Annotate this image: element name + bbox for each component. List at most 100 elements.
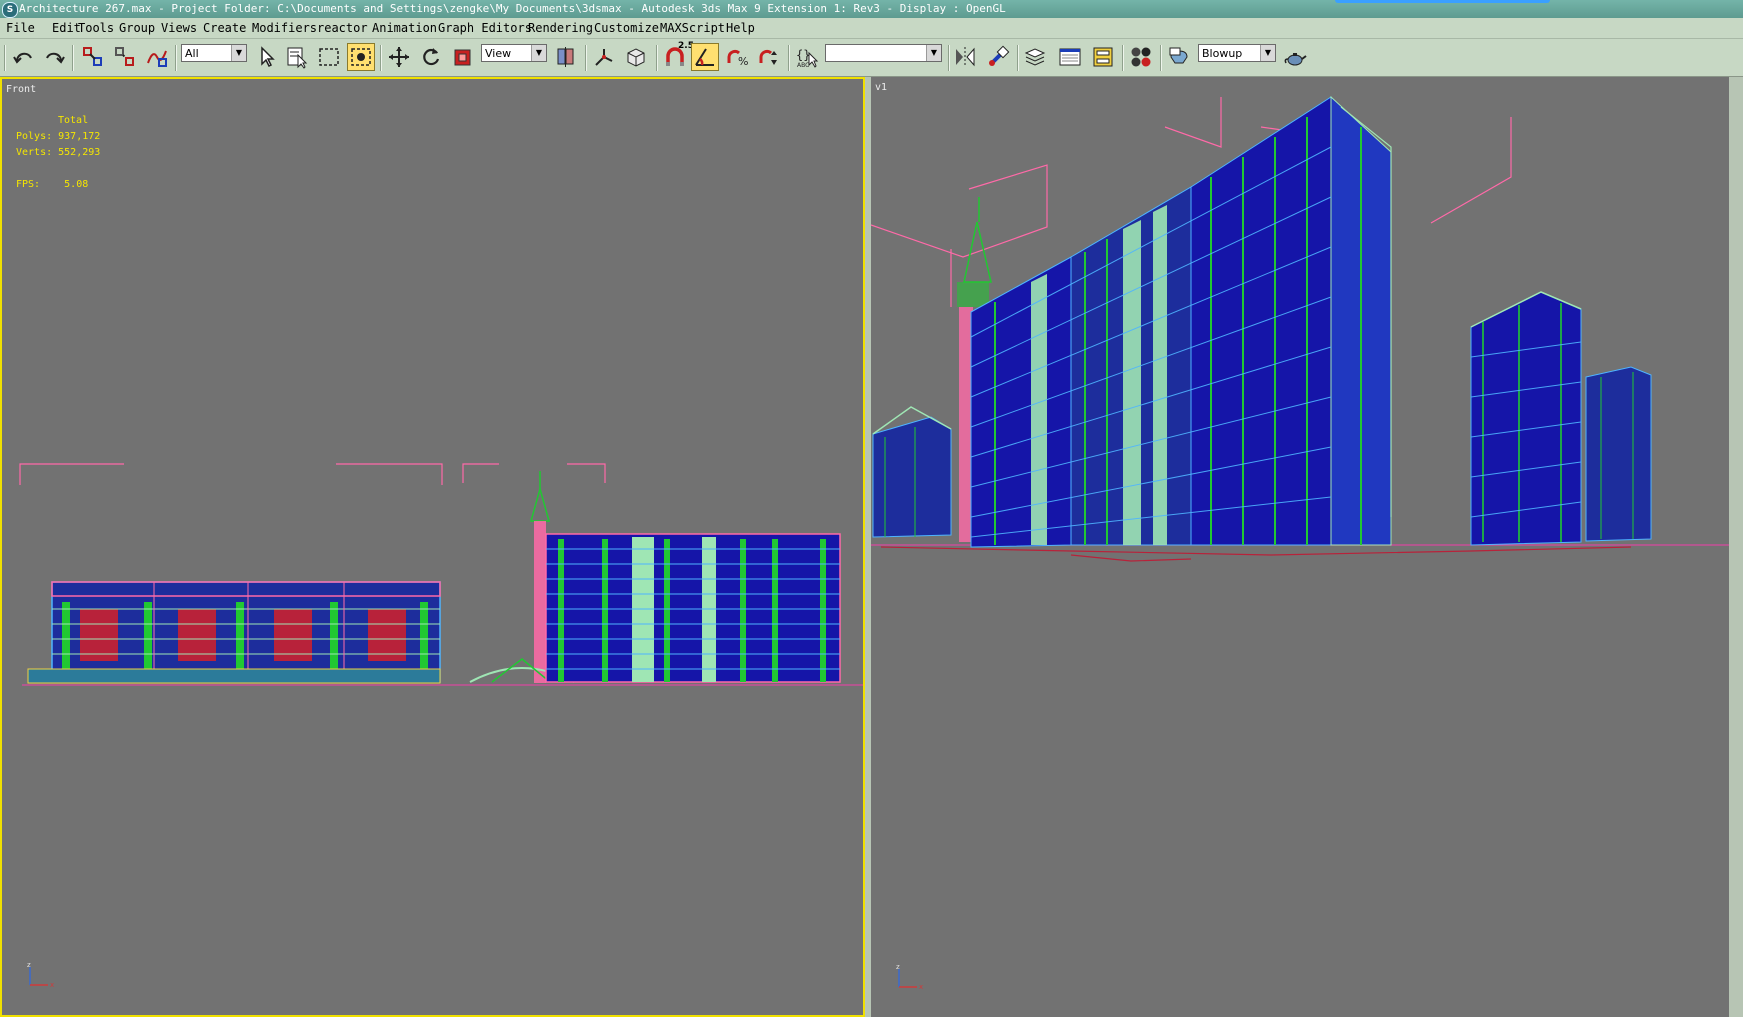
main-toolbar: All ▼ View ▼ 2.5 % {} ABC ▼ Blowup ▼ [0, 39, 1743, 77]
menu-maxscript[interactable]: MAXScript [659, 18, 726, 38]
align-icon [989, 45, 1010, 66]
front-viewport[interactable]: Front Total Polys: 937,172 Verts: 552,29… [0, 77, 865, 1017]
render-setup-icon [1169, 47, 1188, 64]
menu-help[interactable]: Help [725, 18, 756, 38]
toolbar-separator [788, 45, 790, 71]
title-bar-accent [1335, 0, 1550, 3]
render-type-value: Blowup [1202, 47, 1243, 60]
chevron-down-icon: ▼ [1260, 45, 1275, 61]
undo-icon [13, 52, 32, 64]
svg-text:z: z [27, 961, 31, 969]
toolbar-separator [380, 45, 382, 71]
menu-rendering[interactable]: Rendering [527, 18, 594, 38]
window-crossing-toggle[interactable] [347, 43, 375, 71]
use-pivot-center-button[interactable] [553, 44, 579, 70]
angle-snap-icon [695, 48, 714, 66]
undo-button[interactable] [11, 44, 37, 70]
pivot-center-icon [557, 47, 574, 67]
mirror-icon [956, 47, 975, 67]
teapot-icon [1284, 53, 1307, 66]
menu-group[interactable]: Group [118, 18, 156, 38]
low-rise-building [27, 581, 441, 684]
angle-snap-toggle-button[interactable] [691, 43, 719, 71]
track-view-icon [1059, 48, 1081, 66]
align-button[interactable] [985, 44, 1011, 70]
keyboard-shortcut-override-button[interactable] [623, 44, 649, 70]
percent-snap-icon: % [727, 49, 748, 68]
axis-tripod: z x [26, 961, 58, 993]
percent-snap-toggle-button[interactable]: % [724, 44, 750, 70]
schematic-view-button[interactable] [1090, 44, 1116, 70]
bind-to-space-warp-button[interactable] [144, 44, 170, 70]
select-and-link-button[interactable] [80, 44, 106, 70]
chevron-down-icon: ▼ [926, 45, 941, 61]
curve-editor-button[interactable] [1057, 44, 1083, 70]
rectangle-selection-icon [319, 48, 339, 66]
menu-graph-editors[interactable]: Graph Editors [437, 18, 533, 38]
mirror-button[interactable] [952, 44, 978, 70]
chevron-down-icon: ▼ [531, 45, 546, 61]
space-warp-icon [147, 50, 167, 67]
high-rise-front [545, 533, 841, 683]
unlink-icon [115, 47, 134, 66]
menu-tools[interactable]: Tools [77, 18, 115, 38]
layers-icon [1024, 48, 1046, 66]
menu-views[interactable]: Views [160, 18, 198, 38]
svg-text:{}: {} [796, 48, 810, 62]
selection-filter-value: All [185, 47, 199, 60]
axis-tripod: z x [895, 963, 927, 995]
menu-create[interactable]: Create [202, 18, 247, 38]
arrow-cursor-icon [261, 46, 275, 68]
reference-coordinate-dropdown[interactable]: View ▼ [481, 44, 547, 62]
menu-animation[interactable]: Animation [371, 18, 438, 38]
named-selection-sets-dropdown[interactable]: ▼ [825, 44, 942, 62]
select-and-rotate-button[interactable] [418, 44, 444, 70]
select-object-button[interactable] [254, 44, 280, 70]
keyboard-shortcut-icon [627, 48, 645, 67]
spinner-snap-toggle-button[interactable] [756, 44, 782, 70]
3ds-max-logo-icon[interactable]: S [2, 2, 18, 18]
toolbar-separator [1017, 45, 1019, 71]
toolbar-separator [175, 45, 177, 71]
svg-text:%: % [738, 55, 748, 68]
svg-text:z: z [896, 963, 900, 971]
scale-icon [454, 49, 471, 66]
title-bar: S Architecture 267.max - Project Folder:… [0, 0, 1743, 18]
ground-details [880, 546, 1632, 562]
material-editor-button[interactable] [1128, 44, 1154, 70]
snaps-toggle-button[interactable]: 2.5 [662, 41, 694, 70]
rotate-icon [423, 48, 440, 66]
toolbar-separator [72, 45, 74, 71]
redo-button[interactable] [41, 44, 67, 70]
quick-render-button[interactable] [1282, 44, 1308, 70]
toolbar-grip [4, 45, 6, 71]
window-title: Architecture 267.max - Project Folder: C… [19, 2, 1006, 15]
menu-file[interactable]: File [5, 18, 36, 38]
menu-bar: File Edit Tools Group Views Create Modif… [0, 18, 1743, 39]
select-and-move-button[interactable] [386, 44, 412, 70]
layer-manager-button[interactable] [1022, 44, 1048, 70]
selection-filter-dropdown[interactable]: All ▼ [181, 44, 247, 62]
select-and-manipulate-button[interactable] [591, 44, 617, 70]
unlink-selection-button[interactable] [112, 44, 138, 70]
rectangular-selection-button[interactable] [316, 44, 342, 70]
spinner-snap-icon [759, 49, 777, 65]
toolbar-separator [1160, 45, 1162, 71]
select-by-name-icon [287, 47, 308, 69]
render-type-dropdown[interactable]: Blowup ▼ [1198, 44, 1276, 62]
manipulate-icon [595, 49, 613, 66]
menu-customize[interactable]: Customize [593, 18, 660, 38]
render-scene-dialog-button[interactable] [1166, 44, 1192, 70]
front-wireframe-scene [19, 463, 863, 686]
link-icon [83, 47, 102, 66]
edit-named-selection-button[interactable]: {} ABC [794, 44, 820, 70]
perspective-viewport[interactable]: v1 z x [871, 77, 1729, 1017]
reference-coordinate-value: View [485, 47, 512, 60]
material-editor-icon [1131, 47, 1151, 67]
main-tower-block [970, 95, 1392, 548]
select-by-name-button[interactable] [284, 44, 310, 70]
menu-modifiers[interactable]: Modifiers [251, 18, 318, 38]
menu-reactor[interactable]: reactor [316, 18, 369, 38]
select-and-scale-button[interactable] [450, 44, 476, 70]
crossing-selection-icon [351, 48, 371, 66]
